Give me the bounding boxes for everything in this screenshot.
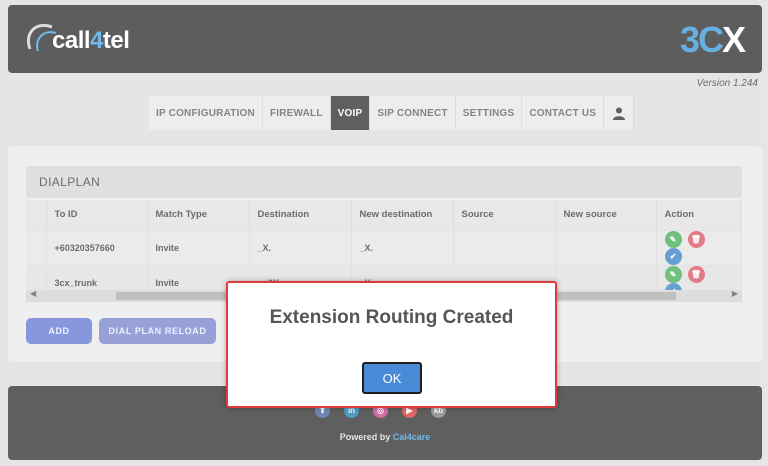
dialog-message: Extension Routing Created xyxy=(269,307,514,328)
success-dialog: Extension Routing Created OK xyxy=(226,281,557,408)
ok-button[interactable]: OK xyxy=(362,362,422,394)
